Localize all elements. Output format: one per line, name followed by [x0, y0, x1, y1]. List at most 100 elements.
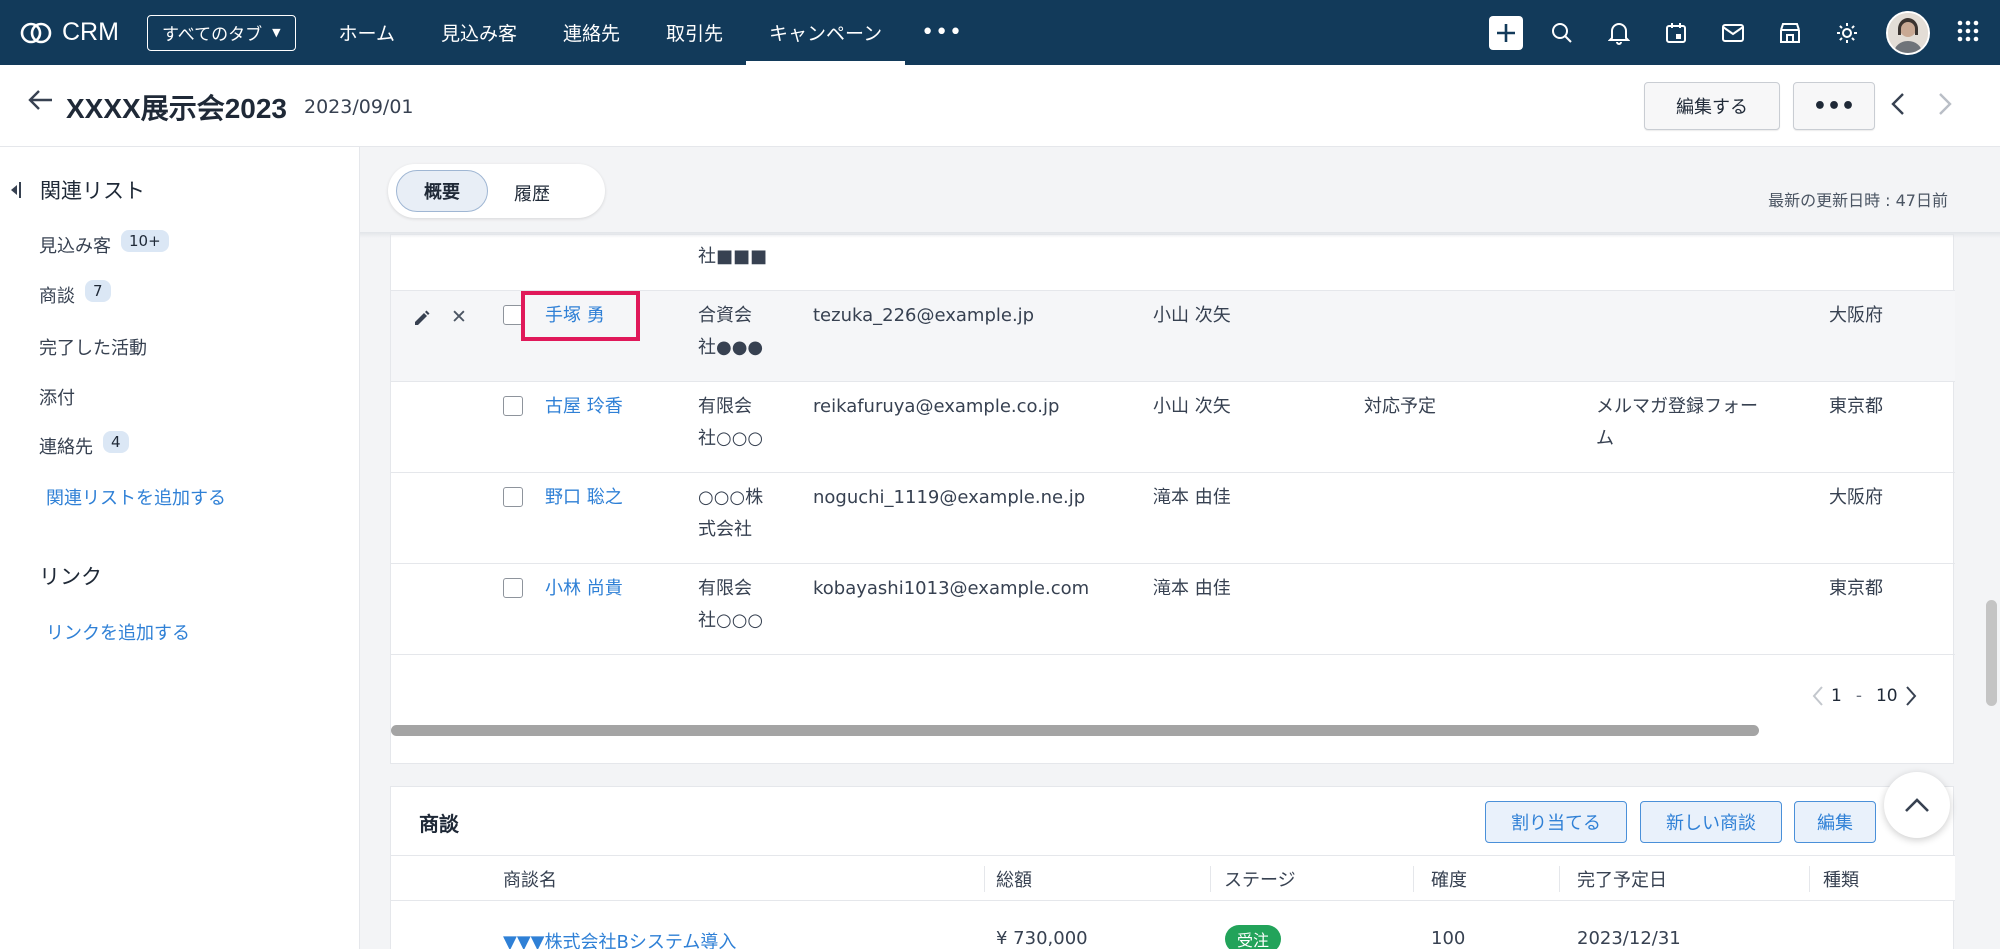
- deal-close-date: 2023/12/31: [1577, 928, 1681, 949]
- deal-probability: 100: [1431, 928, 1466, 949]
- email: tezuka_226@example.jp: [813, 305, 1035, 326]
- nav-tab-home[interactable]: ホーム: [316, 0, 418, 65]
- company-name: 社●●●: [698, 337, 764, 358]
- leads-related-card: 社■■■ ✕ 手塚 勇 合資会 社●●● tezuka_226@example.…: [390, 234, 1955, 764]
- app-launcher-button[interactable]: [1956, 19, 1980, 47]
- prefecture: 東京都: [1829, 578, 1883, 599]
- column-divider: [1210, 866, 1211, 892]
- edit-deals-button[interactable]: 編集: [1794, 801, 1876, 843]
- marketplace-button[interactable]: [1772, 15, 1808, 51]
- prefecture: 大阪府: [1829, 487, 1883, 508]
- grid-icon: [1957, 20, 1979, 41]
- crm-logo[interactable]: CRM: [20, 18, 119, 47]
- mail-button[interactable]: [1715, 15, 1751, 51]
- column-header[interactable]: 総額: [996, 866, 1032, 892]
- horizontal-scrollbar[interactable]: [391, 725, 1759, 736]
- lead-name-link[interactable]: 古屋 玲香: [545, 391, 623, 423]
- related-list-header[interactable]: 関連リスト: [10, 175, 145, 205]
- deal-name-link[interactable]: ▼▼▼株式会社Bシステム導入: [503, 928, 736, 949]
- sidebar-item-leads[interactable]: 見込み客 10+: [39, 230, 169, 258]
- arrow-left-icon: [28, 90, 52, 110]
- vertical-scrollbar[interactable]: [1986, 600, 1997, 706]
- create-button[interactable]: [1489, 15, 1523, 50]
- column-header[interactable]: 確度: [1431, 866, 1467, 892]
- email: kobayashi1013@example.com: [813, 578, 1090, 599]
- table-row[interactable]: 小林 尚貴 有限会 社○○○ kobayashi1013@example.com…: [391, 564, 1955, 655]
- company-name: 式会社: [698, 519, 752, 540]
- chevron-right-icon[interactable]: [1904, 685, 1918, 707]
- sidebar-item-contacts[interactable]: 連絡先 4: [39, 431, 129, 459]
- sidebar-item-deals[interactable]: 商談 7: [39, 280, 111, 308]
- pagination: 1 - 10: [1811, 685, 1918, 707]
- close-icon[interactable]: ✕: [451, 306, 467, 328]
- nav-utilities: [1489, 0, 2000, 65]
- user-avatar[interactable]: [1886, 10, 1930, 55]
- row-checkbox[interactable]: [503, 396, 523, 416]
- chevron-up-icon: [1905, 798, 1929, 812]
- column-header[interactable]: 商談名: [503, 866, 557, 892]
- crm-logo-icon: [20, 22, 52, 43]
- company-name: 社○○○: [698, 610, 764, 631]
- lead-name-link[interactable]: 野口 聡之: [545, 482, 623, 514]
- sticky-header-shadow: [360, 232, 2000, 238]
- column-divider: [1413, 866, 1414, 892]
- email: noguchi_1119@example.ne.jp: [813, 487, 1086, 508]
- table-row[interactable]: 古屋 玲香 有限会 社○○○ reikafuruya@example.co.jp…: [391, 382, 1955, 473]
- column-header[interactable]: 種類: [1823, 866, 1859, 892]
- nav-more-button[interactable]: •••: [905, 0, 979, 65]
- row-checkbox[interactable]: [503, 487, 523, 507]
- search-button[interactable]: [1544, 15, 1580, 51]
- column-header[interactable]: ステージ: [1224, 866, 1296, 892]
- lead-status: 対応予定: [1364, 396, 1436, 417]
- calendar-button[interactable]: [1658, 15, 1694, 51]
- sidebar-item-label: 見込み客: [39, 236, 111, 257]
- sidebar-item-completed-activities[interactable]: 完了した活動: [39, 334, 147, 360]
- related-list-title: 関連リスト: [40, 179, 145, 203]
- next-record-button[interactable]: [1937, 92, 1953, 120]
- row-checkbox[interactable]: [503, 578, 523, 598]
- nav-tab-accounts[interactable]: 取引先: [643, 0, 746, 65]
- related-list-sidebar: 関連リスト 見込み客 10+ 商談 7 完了した活動 添付 連絡先 4 関連リス…: [0, 147, 360, 949]
- collapse-sidebar-icon[interactable]: [10, 180, 22, 200]
- settings-button[interactable]: [1829, 15, 1865, 51]
- table-row: 社■■■: [391, 215, 1955, 291]
- lead-name-link[interactable]: 小林 尚貴: [545, 573, 623, 605]
- sidebar-item-label: 連絡先: [39, 437, 93, 458]
- nav-tab-leads[interactable]: 見込み客: [418, 0, 540, 65]
- new-deal-button[interactable]: 新しい商談: [1640, 801, 1782, 843]
- row-checkbox[interactable]: [503, 305, 523, 325]
- sidebar-item-attachments[interactable]: 添付: [39, 384, 75, 410]
- notifications-button[interactable]: [1601, 15, 1637, 51]
- nav-tab-campaigns[interactable]: キャンペーン: [746, 0, 906, 65]
- all-tabs-dropdown[interactable]: すべてのタブ ▼: [146, 14, 296, 51]
- top-navigation: CRM すべてのタブ ▼ ホーム 見込み客 連絡先 取引先 キャンペーン •••: [0, 0, 2000, 65]
- sidebar-item-label: 完了した活動: [39, 338, 147, 359]
- column-header[interactable]: 完了予定日: [1577, 866, 1667, 892]
- view-tabs: 概要 履歴: [388, 164, 605, 218]
- tab-history[interactable]: 履歴: [514, 180, 550, 206]
- previous-record-button[interactable]: [1890, 92, 1906, 120]
- record-header: XXXX展示会2023 2023/09/01 編集する •••: [0, 65, 2000, 147]
- mail-icon: [1722, 23, 1744, 42]
- record-more-button[interactable]: •••: [1793, 82, 1875, 130]
- add-link-link[interactable]: リンクを追加する: [46, 619, 190, 645]
- nav-tab-contacts[interactable]: 連絡先: [540, 0, 643, 65]
- pencil-icon[interactable]: [413, 309, 431, 327]
- record-title: XXXX展示会2023: [66, 93, 287, 124]
- chevron-left-icon[interactable]: [1811, 685, 1825, 707]
- add-related-list-link[interactable]: 関連リストを追加する: [46, 484, 226, 510]
- owner: 小山 次矢: [1153, 305, 1231, 326]
- sidebar-item-label: 添付: [39, 388, 75, 409]
- plus-icon: [1497, 23, 1515, 42]
- prefecture: 東京都: [1829, 396, 1883, 417]
- scroll-to-top-button[interactable]: [1884, 772, 1950, 838]
- user-photo-icon: [1888, 12, 1928, 53]
- edit-record-button[interactable]: 編集する: [1644, 82, 1780, 130]
- table-row[interactable]: 野口 聡之 ○○○株 式会社 noguchi_1119@example.ne.j…: [391, 473, 1955, 564]
- tab-overview[interactable]: 概要: [396, 170, 488, 212]
- company-name: 有限会: [698, 396, 752, 417]
- assign-button[interactable]: 割り当てる: [1485, 801, 1627, 843]
- store-icon: [1780, 22, 1800, 43]
- back-button[interactable]: [28, 89, 54, 115]
- lead-source: メルマガ登録フォー: [1596, 396, 1758, 417]
